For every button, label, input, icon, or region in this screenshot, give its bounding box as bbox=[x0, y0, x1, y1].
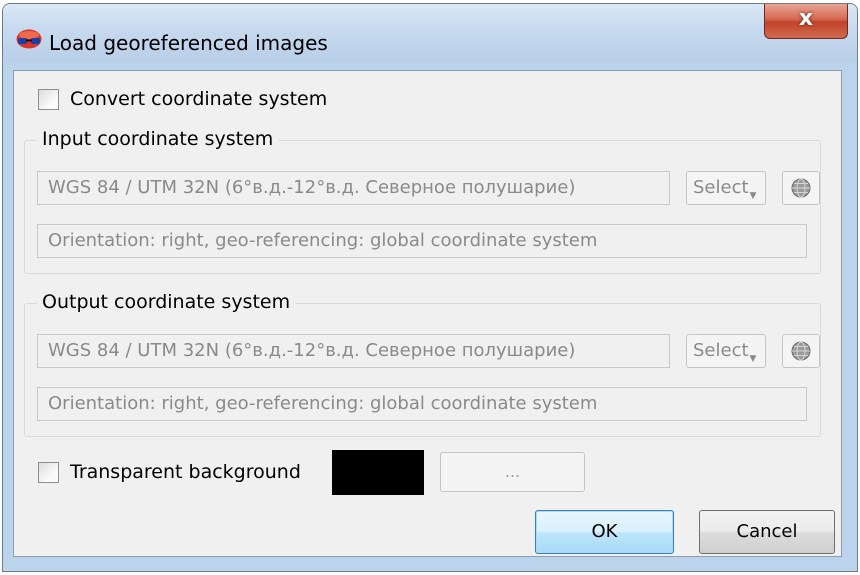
dropdown-arrow-icon: ▼ bbox=[749, 354, 757, 364]
output-coordinate-system-field[interactable]: WGS 84 / UTM 32N (6°в.д.-12°в.д. Северно… bbox=[37, 334, 670, 368]
close-button[interactable]: x bbox=[764, 4, 848, 39]
input-group-title: Input coordinate system bbox=[37, 128, 279, 150]
transparent-background-checkbox[interactable] bbox=[38, 462, 59, 483]
globe-icon bbox=[791, 178, 811, 198]
output-select-button[interactable]: Select▼ bbox=[686, 334, 766, 368]
output-select-label: Select bbox=[693, 340, 749, 361]
convert-coordinate-system-checkbox[interactable] bbox=[38, 89, 59, 110]
transparent-background-label: Transparent background bbox=[70, 461, 301, 483]
output-group-title: Output coordinate system bbox=[37, 291, 296, 313]
globe-icon bbox=[791, 341, 811, 361]
output-globe-button[interactable] bbox=[782, 334, 820, 368]
input-coordinate-system-field[interactable]: WGS 84 / UTM 32N (6°в.д.-12°в.д. Северно… bbox=[37, 171, 670, 205]
input-orientation-field[interactable]: Orientation: right, geo-referencing: glo… bbox=[37, 224, 807, 258]
cancel-button[interactable]: Cancel bbox=[699, 510, 835, 554]
convert-coordinate-system-label: Convert coordinate system bbox=[70, 88, 328, 110]
input-select-button[interactable]: Select▼ bbox=[686, 171, 766, 205]
close-icon: x bbox=[798, 6, 814, 31]
input-globe-button[interactable] bbox=[782, 171, 820, 205]
app-logo-icon bbox=[16, 29, 42, 49]
window-title: Load georeferenced images bbox=[49, 31, 328, 55]
dropdown-arrow-icon: ▼ bbox=[749, 191, 757, 201]
input-select-label: Select bbox=[693, 177, 749, 198]
title-bar[interactable]: Load georeferenced images x bbox=[3, 4, 857, 62]
ok-button[interactable]: OK bbox=[535, 510, 674, 554]
output-orientation-field[interactable]: Orientation: right, geo-referencing: glo… bbox=[37, 387, 807, 421]
choose-color-button[interactable]: ... bbox=[440, 452, 585, 492]
background-color-swatch[interactable] bbox=[332, 450, 424, 495]
